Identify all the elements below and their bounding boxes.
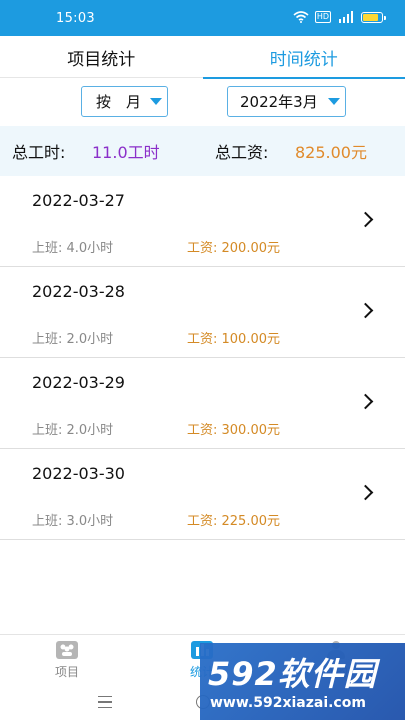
status-time: 15:03: [56, 11, 95, 26]
record-wage: 工资: 200.00元: [187, 241, 280, 256]
watermark-url: www.592xiazai.com: [210, 695, 366, 711]
record-hours: 上班: 2.0小时: [32, 332, 114, 347]
total-hours-value: 11.0工时: [92, 143, 160, 162]
chevron-right-icon: [357, 484, 374, 501]
record-date: 2022-03-29: [32, 373, 125, 392]
tab-time-stats[interactable]: 时间统计: [202, 36, 405, 79]
record-hours: 上班: 4.0小时: [32, 241, 114, 256]
menu-icon[interactable]: [98, 696, 112, 708]
record-wage: 工资: 225.00元: [187, 514, 280, 529]
month-select-value: 2022年3月: [240, 93, 318, 111]
chevron-right-icon: [357, 393, 374, 410]
dropdown-arrow-icon: [328, 98, 340, 105]
list-item[interactable]: 2022-03-28 上班: 2.0小时 工资: 100.00元: [0, 267, 405, 358]
tab-bar: 项目统计 时间统计: [0, 36, 405, 79]
total-wage-label: 总工资:: [215, 143, 269, 162]
unit-select[interactable]: 按 月: [81, 86, 168, 117]
nav-item-projects[interactable]: 项目: [37, 641, 97, 680]
battery-icon: [361, 11, 386, 23]
status-bar: 15:03 HD: [0, 0, 405, 36]
status-icons: HD: [293, 11, 386, 23]
tab-project-stats[interactable]: 项目统计: [0, 36, 203, 78]
record-list: 2022-03-27 上班: 4.0小时 工资: 200.00元 2022-03…: [0, 176, 405, 540]
record-wage: 工资: 300.00元: [187, 423, 280, 438]
watermark-brand: 592软件园: [208, 655, 377, 693]
signal-icon: [339, 11, 353, 23]
list-item[interactable]: 2022-03-30 上班: 3.0小时 工资: 225.00元: [0, 449, 405, 540]
record-date: 2022-03-27: [32, 191, 125, 210]
filter-bar: 按 月 2022年3月: [0, 78, 405, 126]
record-hours: 上班: 3.0小时: [32, 514, 114, 529]
team-icon: [56, 641, 78, 659]
list-item[interactable]: 2022-03-29 上班: 2.0小时 工资: 300.00元: [0, 358, 405, 449]
record-date: 2022-03-30: [32, 464, 125, 483]
chevron-right-icon: [357, 211, 374, 228]
hd-badge: HD: [314, 11, 331, 23]
list-item[interactable]: 2022-03-27 上班: 4.0小时 工资: 200.00元: [0, 176, 405, 267]
record-date: 2022-03-28: [32, 282, 125, 301]
summary-bar: 总工时: 11.0工时 总工资: 825.00元: [0, 126, 405, 176]
month-select[interactable]: 2022年3月: [227, 86, 346, 117]
unit-select-value: 按 月: [96, 93, 142, 111]
nav-label: 项目: [54, 665, 79, 679]
chevron-right-icon: [357, 302, 374, 319]
total-wage-value: 825.00元: [295, 143, 367, 162]
dropdown-arrow-icon: [150, 98, 162, 105]
total-hours-label: 总工时:: [12, 143, 66, 162]
watermark-logo: 592软件园 www.592xiazai.com: [200, 643, 405, 720]
wifi-icon: [293, 11, 309, 23]
record-wage: 工资: 100.00元: [187, 332, 280, 347]
record-hours: 上班: 2.0小时: [32, 423, 114, 438]
